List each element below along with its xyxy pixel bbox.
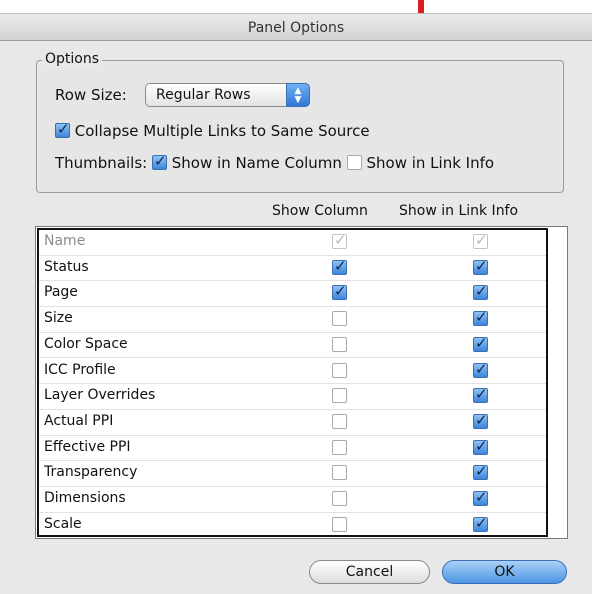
thumb-link-info-label: Show in Link Info — [366, 154, 495, 172]
list-item[interactable]: Page — [39, 281, 546, 308]
list-item-label: Name — [44, 233, 86, 249]
show-in-link-info-checkbox[interactable] — [473, 411, 488, 429]
list-item[interactable]: Transparency — [39, 461, 546, 487]
show-in-link-info-checkbox[interactable] — [473, 334, 488, 352]
updown-arrows-icon: ▲ ▼ — [286, 83, 310, 107]
list-item[interactable]: Dimensions — [39, 487, 546, 513]
thumb-link-info-checkbox[interactable] — [346, 155, 362, 170]
list-item-label: Dimensions — [44, 490, 126, 506]
panel-options-dialog: Options Row Size: Regular Rows ▲▼ Collap… — [0, 41, 592, 594]
show-column-checkbox[interactable] — [332, 362, 347, 378]
show-in-link-info-checkbox[interactable] — [473, 514, 488, 532]
list-item-label: Transparency — [44, 464, 138, 481]
collapse-links-option[interactable]: Collapse Multiple Links to Same Source — [55, 120, 370, 140]
thumbnails-row: Thumbnails: Show in Name Column Show in … — [55, 152, 495, 172]
show-column-checkbox[interactable] — [332, 413, 347, 429]
thumbnails-label: Thumbnails: — [55, 154, 148, 172]
show-column-checkbox[interactable] — [332, 439, 347, 455]
show-in-link-info-checkbox[interactable] — [473, 385, 488, 404]
collapse-links-checkbox[interactable] — [55, 120, 70, 138]
show-column-checkbox[interactable] — [332, 388, 347, 404]
columns-list[interactable]: Name Status Page Size Color Space ICC Profile… — [35, 226, 568, 539]
list-item[interactable]: Layer Overrides — [39, 384, 546, 410]
list-item-label: Size — [44, 310, 73, 327]
cancel-button[interactable]: Cancel — [309, 560, 430, 584]
list-item[interactable]: Actual PPI — [39, 410, 546, 436]
row-size-label: Row Size: — [55, 86, 127, 104]
list-item-label: Layer Overrides — [44, 387, 156, 404]
list-item[interactable]: Status — [39, 256, 546, 282]
list-item[interactable]: ICC Profile — [39, 359, 546, 385]
window-titlebar[interactable]: Panel Options — [0, 13, 592, 41]
show-in-link-info-checkbox[interactable] — [473, 308, 488, 327]
list-item[interactable]: Size — [39, 307, 546, 333]
list-item[interactable]: Color Space — [39, 333, 546, 359]
show-column-checkbox[interactable] — [332, 465, 347, 481]
column-header-show-in-link-info: Show in Link Info — [399, 203, 519, 219]
show-column-checkbox — [332, 231, 347, 249]
ok-button[interactable]: OK — [442, 560, 567, 584]
options-legend: Options — [42, 51, 103, 67]
row-size-select[interactable]: Regular Rows ▲ ▼ — [145, 83, 310, 107]
show-column-checkbox[interactable] — [332, 516, 347, 532]
show-column-checkbox[interactable] — [332, 336, 347, 352]
show-in-link-info-checkbox[interactable] — [473, 360, 488, 378]
list-item[interactable]: Effective PPI — [39, 436, 546, 462]
list-item-label: Effective PPI — [44, 438, 131, 455]
show-in-link-info-checkbox[interactable] — [473, 257, 488, 275]
show-column-checkbox[interactable] — [332, 282, 347, 301]
row-size-value: Regular Rows — [156, 87, 251, 103]
show-in-link-info-checkbox — [473, 231, 488, 249]
list-item-label: Actual PPI — [44, 412, 114, 429]
show-in-link-info-checkbox[interactable] — [473, 282, 488, 301]
show-in-link-info-checkbox[interactable] — [473, 488, 488, 506]
show-column-checkbox[interactable] — [332, 257, 347, 275]
list-item[interactable]: Name — [39, 230, 546, 256]
thumb-name-column-label: Show in Name Column — [171, 154, 342, 172]
column-header-show-column: Show Column — [272, 203, 368, 219]
list-item-label: Status — [44, 258, 89, 275]
thumb-name-column-checkbox[interactable] — [152, 152, 167, 170]
show-column-checkbox[interactable] — [332, 311, 347, 327]
show-in-link-info-checkbox[interactable] — [473, 462, 488, 481]
list-item-label: ICC Profile — [44, 361, 116, 378]
columns-list-body: Name Status Page Size Color Space ICC Profile… — [37, 228, 548, 537]
list-item[interactable]: Scale — [39, 513, 546, 535]
list-item-label: Page — [44, 284, 78, 301]
red-marker — [418, 0, 424, 13]
show-column-checkbox[interactable] — [332, 491, 347, 506]
show-in-link-info-checkbox[interactable] — [473, 437, 488, 455]
list-item-label: Scale — [44, 515, 82, 532]
list-item-label: Color Space — [44, 335, 128, 352]
collapse-links-label: Collapse Multiple Links to Same Source — [74, 122, 370, 140]
window-title: Panel Options — [247, 20, 345, 36]
